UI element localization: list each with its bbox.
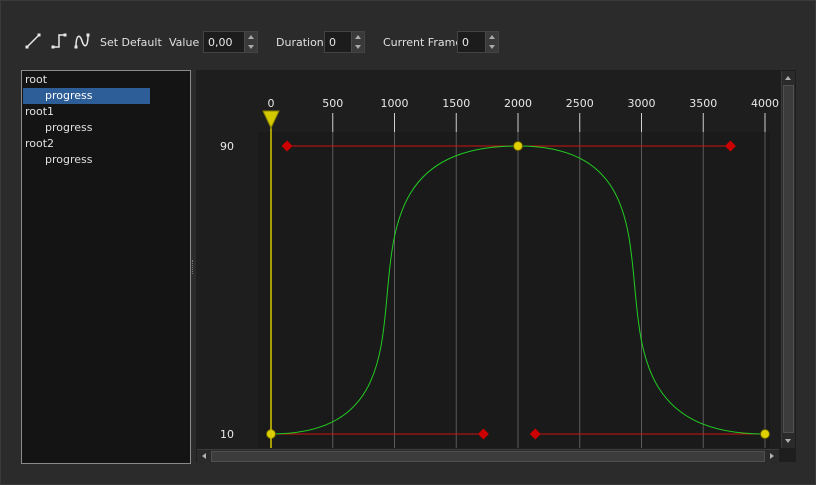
value-spinbox[interactable]: 0,00: [203, 31, 258, 53]
scroll-right-icon[interactable]: [766, 450, 778, 462]
property-tree[interactable]: root progress root1 progress root2 progr…: [21, 70, 191, 464]
value-field[interactable]: 0,00: [208, 36, 233, 49]
current-frame-spinner-buttons: [485, 32, 498, 52]
toolbar: Set Default Value 0,00 Duration 0 Curren…: [0, 28, 816, 56]
x-tick-label: 2000: [504, 97, 532, 110]
value-decrement-button[interactable]: [245, 42, 257, 52]
current-frame-increment-button[interactable]: [486, 32, 498, 42]
curve-graph[interactable]: 0 500 1000 1500 2000 2500 3000 3500 4000 10 90: [196, 70, 796, 462]
scroll-down-icon[interactable]: [782, 435, 794, 447]
duration-decrement-button[interactable]: [352, 42, 364, 52]
duration-label: Duration: [276, 36, 324, 49]
playhead-marker-icon[interactable]: [262, 110, 280, 130]
scroll-up-icon[interactable]: [782, 72, 794, 84]
y-tick-label: 90: [220, 140, 234, 153]
scroll-left-icon[interactable]: [198, 450, 210, 462]
tree-item-progress-selected[interactable]: progress: [23, 88, 150, 104]
tree-item-root1[interactable]: root1: [25, 104, 54, 120]
keyframe-point[interactable]: [513, 141, 523, 151]
bezier-interpolation-icon[interactable]: [73, 32, 91, 50]
current-frame-decrement-button[interactable]: [486, 42, 498, 52]
x-tick-label: 500: [322, 97, 343, 110]
horizontal-scroll-thumb[interactable]: [211, 451, 765, 462]
current-frame-label: Current Frame: [383, 36, 463, 49]
horizontal-scrollbar[interactable]: [197, 449, 779, 463]
x-tick-label: 4000: [751, 97, 779, 110]
duration-increment-button[interactable]: [352, 32, 364, 42]
x-axis-ticks: 0 500 1000 1500 2000 2500 3000 3500 4000: [268, 97, 779, 132]
duration-spinner-buttons: [351, 32, 364, 52]
x-tick-label: 1500: [442, 97, 470, 110]
x-tick-label: 3000: [628, 97, 656, 110]
plot-background: [258, 132, 770, 448]
x-tick-label: 2500: [566, 97, 594, 110]
x-tick-label: 0: [268, 97, 275, 110]
keyframe-point[interactable]: [760, 429, 770, 439]
vertical-scrollbar[interactable]: [781, 71, 795, 448]
x-tick-label: 1000: [381, 97, 409, 110]
linear-interpolation-icon[interactable]: [24, 32, 42, 50]
value-label: Value: [169, 36, 200, 49]
value-spinner-buttons: [244, 32, 257, 52]
y-tick-label: 10: [220, 428, 234, 441]
y-axis-ticks: 10 90: [220, 140, 234, 441]
current-frame-spinbox[interactable]: 0: [457, 31, 499, 53]
tree-item-progress[interactable]: progress: [45, 152, 93, 168]
set-default-button[interactable]: Set Default: [100, 36, 162, 49]
curve-editor[interactable]: 0 500 1000 1500 2000 2500 3000 3500 4000 10 90: [196, 70, 796, 462]
duration-spinbox[interactable]: 0: [324, 31, 365, 53]
duration-field[interactable]: 0: [329, 36, 336, 49]
vertical-scroll-thumb[interactable]: [783, 85, 794, 433]
x-tick-label: 3500: [689, 97, 717, 110]
value-increment-button[interactable]: [245, 32, 257, 42]
tree-item-root2[interactable]: root2: [25, 136, 54, 152]
tree-item-progress[interactable]: progress: [45, 120, 93, 136]
tree-item-root[interactable]: root: [25, 72, 47, 88]
step-interpolation-icon[interactable]: [50, 32, 68, 50]
current-frame-field[interactable]: 0: [462, 36, 469, 49]
